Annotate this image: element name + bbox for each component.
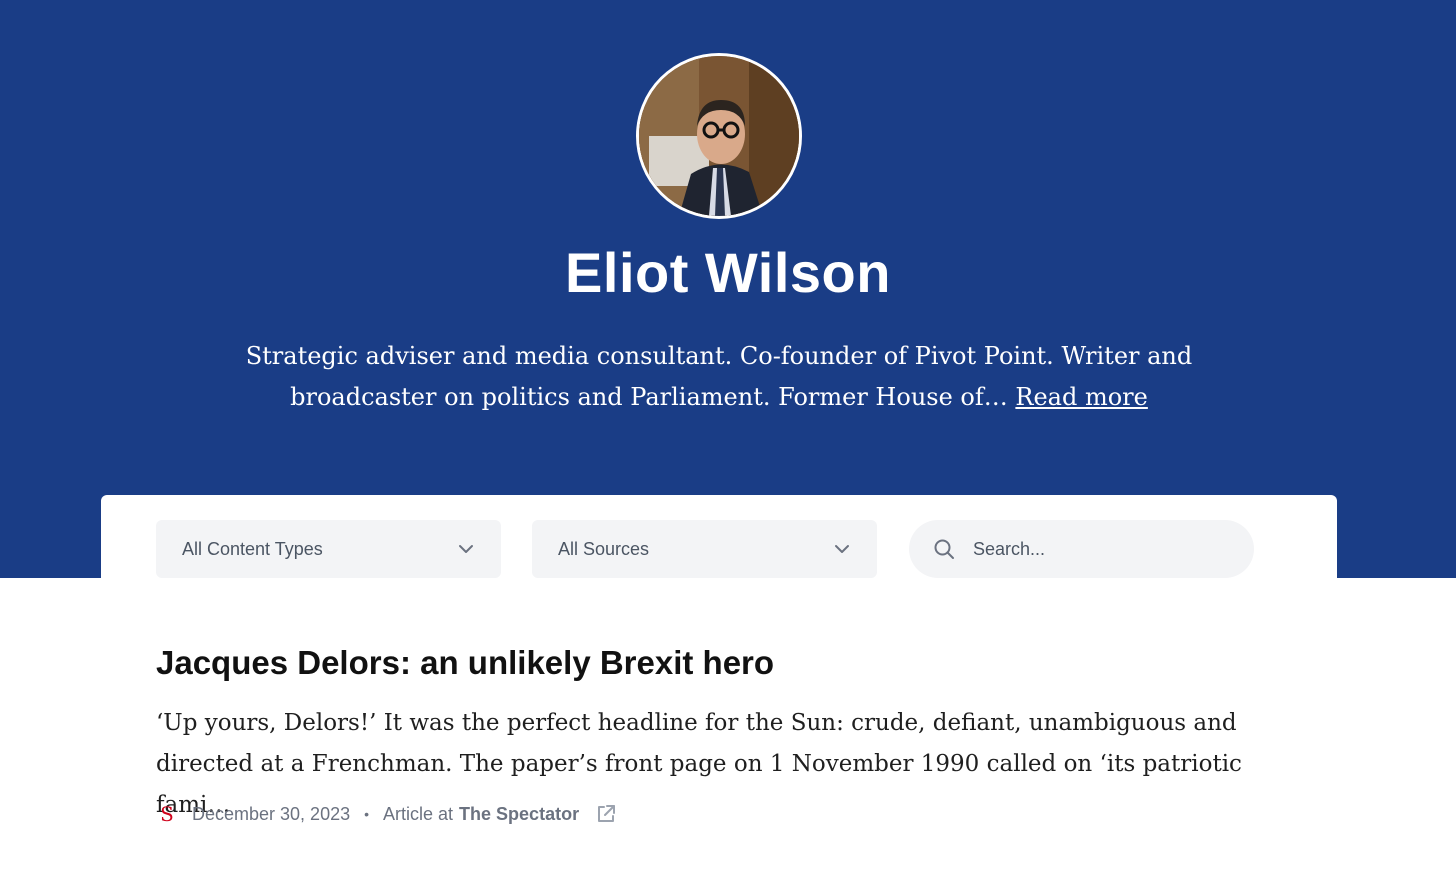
article-meta: S December 30, 2023 • Article at The Spe… <box>156 800 617 828</box>
profile-name: Eliot Wilson <box>565 241 891 304</box>
chevron-down-icon <box>431 520 501 578</box>
content-type-dropdown[interactable]: All Content Types <box>156 520 501 578</box>
read-more-link[interactable]: Read more <box>1015 383 1147 411</box>
avatar-photo <box>639 56 799 216</box>
source-value: All Sources <box>558 538 650 559</box>
article-type: Article at <box>383 803 454 824</box>
external-link-icon[interactable] <box>595 803 617 825</box>
source-dropdown[interactable]: All Sources <box>532 520 877 578</box>
article-title[interactable]: Jacques Delors: an unlikely Brexit hero <box>156 644 774 682</box>
profile-header: Eliot Wilson Strategic adviser and media… <box>0 0 1456 578</box>
search-box <box>909 520 1254 578</box>
search-icon <box>933 538 955 560</box>
avatar <box>636 53 802 219</box>
search-input[interactable] <box>971 537 1235 561</box>
content-type-value: All Content Types <box>182 538 323 559</box>
profile-bio: Strategic adviser and media consultant. … <box>188 336 1250 418</box>
chevron-down-icon <box>807 520 877 578</box>
article-date: December 30, 2023 <box>192 803 351 824</box>
article-source-name[interactable]: The Spectator <box>459 804 579 825</box>
meta-separator: • <box>364 806 370 822</box>
source-logo: S <box>160 802 174 826</box>
